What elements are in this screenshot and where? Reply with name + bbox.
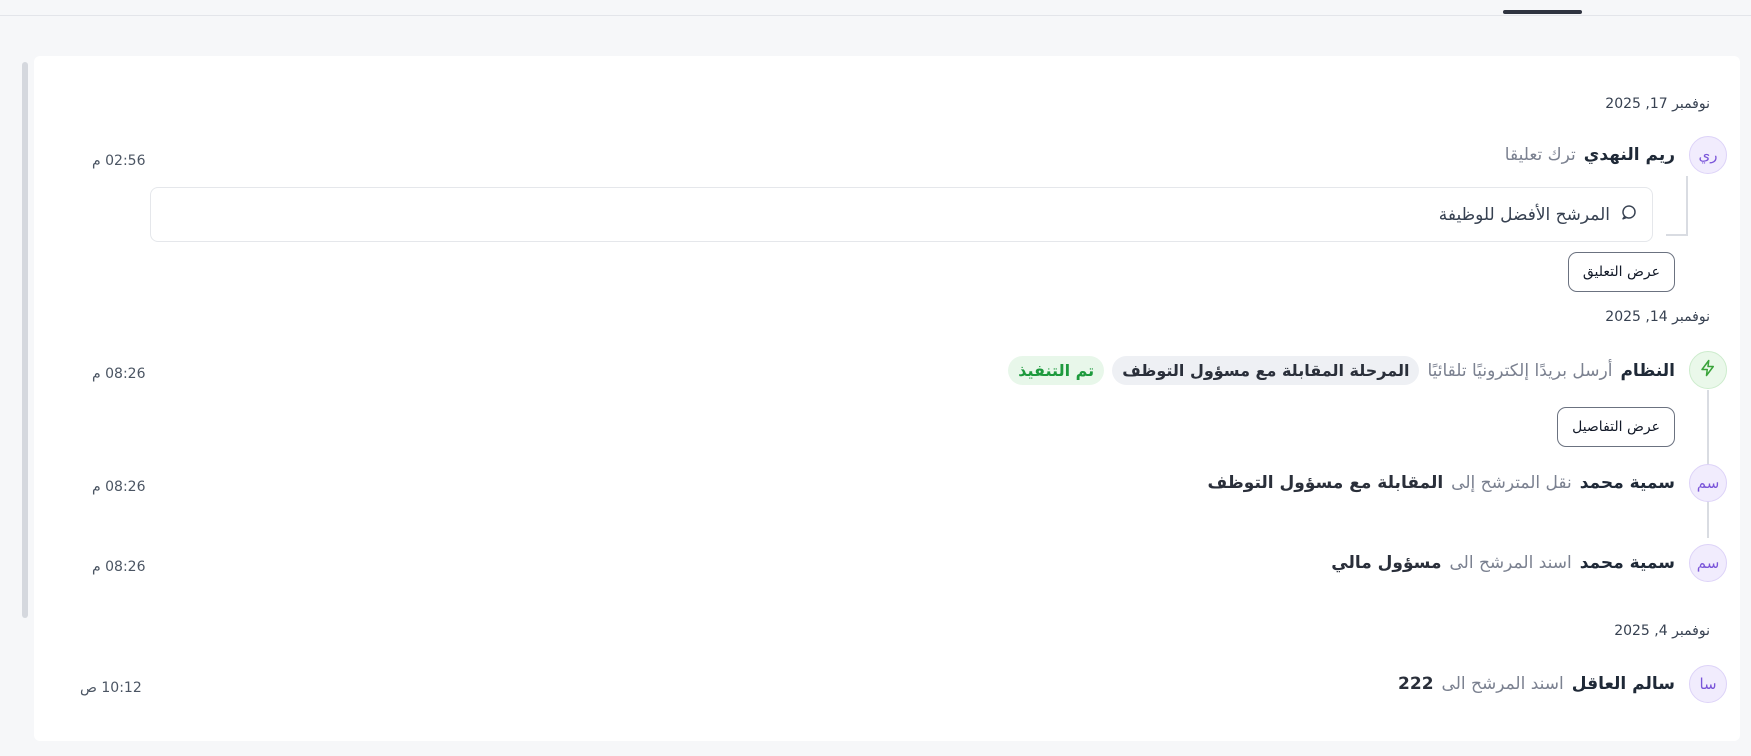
action-text: نقل المترشح إلى: [1451, 473, 1572, 493]
timeline-connector: [1707, 503, 1709, 538]
action-text: أرسل بريدًا إلكترونيًا تلقائيًا: [1427, 360, 1613, 381]
assignee: 222: [1398, 674, 1434, 694]
lightning-icon: [1699, 359, 1717, 381]
avatar: سم: [1689, 464, 1727, 502]
status-badge: تم التنفيذ: [1008, 356, 1105, 385]
scrollbar[interactable]: [22, 62, 28, 618]
event-time: 08:26 م: [92, 559, 146, 575]
action-text: اسند المرشح الى: [1449, 553, 1572, 573]
actor-name: ريم النهدي: [1583, 145, 1675, 165]
action-text: اسند المرشح الى: [1441, 674, 1564, 694]
action-text: ترك تعليقا: [1504, 145, 1576, 165]
date-heading: نوفمبر 4, 2025: [1614, 623, 1710, 639]
event-time: 10:12 ص: [80, 680, 142, 696]
avatar: ري: [1689, 136, 1727, 174]
event-time: 08:26 م: [92, 479, 146, 495]
actor-name: النظام: [1620, 360, 1675, 381]
actor-name: سمية محمد: [1579, 473, 1675, 493]
actor-name: سالم العاقل: [1571, 674, 1675, 694]
event-time: 02:56 م: [92, 153, 146, 169]
avatar: [1689, 351, 1727, 389]
timeline-connector: [1666, 234, 1688, 236]
comment-icon: [1620, 203, 1638, 226]
activity-event: سالم العاقل اسند المرشح الى 222: [1398, 674, 1675, 694]
comment-preview: المرشح الأفضل للوظيفة: [150, 187, 1653, 242]
event-time: 08:26 م: [92, 366, 146, 382]
comment-text: المرشح الأفضل للوظيفة: [1438, 204, 1610, 225]
date-heading: نوفمبر 14, 2025: [1605, 309, 1710, 325]
date-heading: نوفمبر 17, 2025: [1605, 96, 1710, 112]
target-stage: المقابلة مع مسؤول التوظف: [1207, 473, 1444, 493]
assignee: مسؤول مالي: [1331, 553, 1442, 573]
timeline-connector: [1686, 176, 1688, 236]
stage-badge: المرحلة المقابلة مع مسؤول التوظف: [1112, 356, 1420, 385]
avatar: سم: [1689, 544, 1727, 582]
activity-event: النظام أرسل بريدًا إلكترونيًا تلقائيًا ا…: [1008, 356, 1675, 385]
avatar: سا: [1689, 665, 1727, 703]
actor-name: سمية محمد: [1579, 553, 1675, 573]
activity-event: ريم النهدي ترك تعليقا: [1505, 145, 1675, 165]
activity-event: سمية محمد نقل المترشح إلى المقابلة مع مس…: [1208, 473, 1675, 493]
activity-timeline: نوفمبر 17, 2025 ري ريم النهدي ترك تعليقا…: [34, 56, 1740, 741]
activity-event: سمية محمد اسند المرشح الى مسؤول مالي: [1331, 553, 1675, 573]
top-tab-bar: [0, 0, 1751, 16]
view-details-button[interactable]: عرض التفاصيل: [1557, 407, 1675, 447]
active-tab-indicator: [1503, 10, 1582, 14]
view-comment-button[interactable]: عرض التعليق: [1567, 252, 1675, 292]
